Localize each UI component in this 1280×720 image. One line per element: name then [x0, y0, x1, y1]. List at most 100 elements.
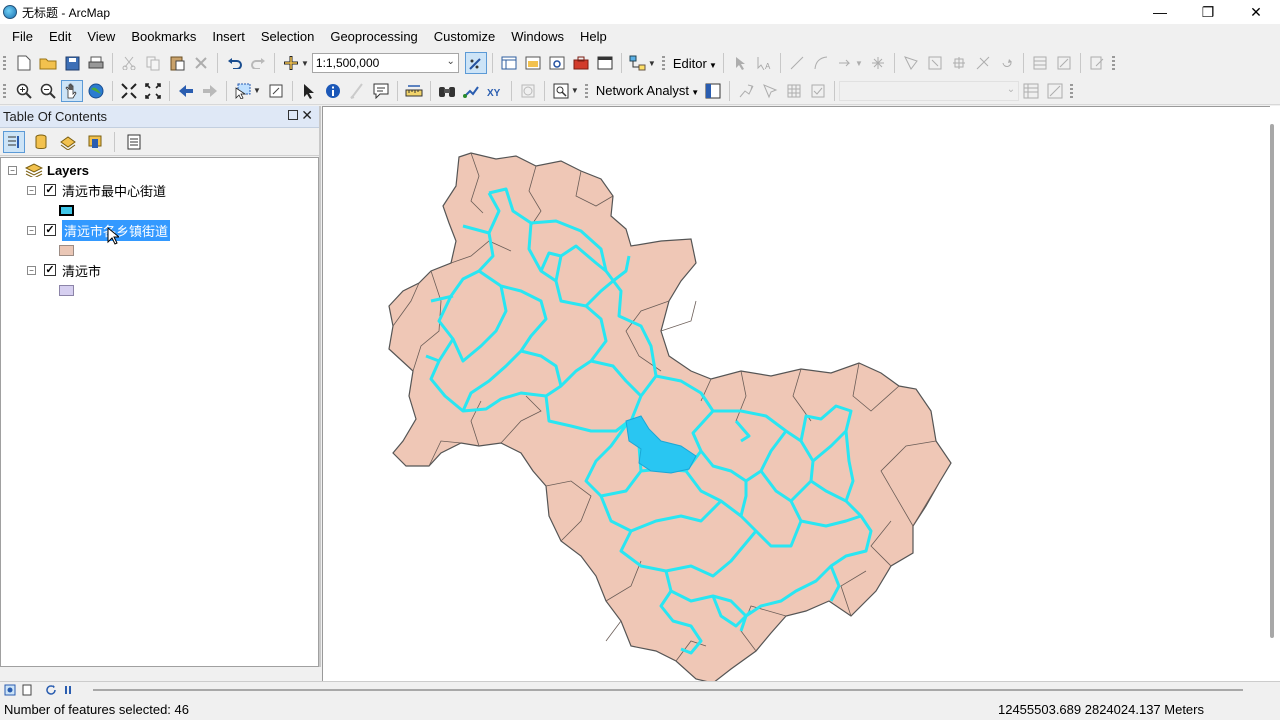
solve-icon[interactable] — [807, 80, 829, 102]
layer-visibility-checkbox[interactable]: ✓ — [44, 184, 56, 196]
zoom-in-icon[interactable] — [13, 80, 35, 102]
layer-visibility-checkbox[interactable]: ✓ — [44, 224, 56, 236]
catalog-window-icon[interactable] — [522, 52, 544, 74]
undo-icon[interactable] — [223, 52, 245, 74]
sketch-properties-icon[interactable] — [1053, 52, 1075, 74]
search-window-icon[interactable] — [546, 52, 568, 74]
collapse-icon[interactable]: − — [27, 225, 36, 235]
collapse-icon[interactable]: − — [27, 265, 36, 275]
layer-symbol-swatch[interactable] — [59, 285, 74, 296]
layer-row-2[interactable]: − ✓ 清远市各乡镇街道 — [27, 219, 171, 241]
select-features-icon[interactable] — [232, 80, 254, 102]
attributes-icon[interactable] — [1029, 52, 1051, 74]
editor-toolbar-icon[interactable] — [464, 52, 487, 74]
create-features-icon[interactable] — [1086, 52, 1108, 74]
scrollbar-thumb[interactable] — [1270, 124, 1274, 638]
menu-file[interactable]: File — [4, 26, 41, 48]
delete-icon[interactable] — [190, 52, 212, 74]
html-popup-icon[interactable] — [370, 80, 392, 102]
python-window-icon[interactable] — [594, 52, 616, 74]
redo-icon[interactable] — [247, 52, 269, 74]
menu-help[interactable]: Help — [572, 26, 615, 48]
toolbar-grip[interactable] — [3, 81, 9, 101]
save-icon[interactable] — [61, 52, 83, 74]
refresh-icon[interactable] — [44, 683, 58, 697]
network-identify-icon[interactable] — [783, 80, 805, 102]
list-by-source-icon[interactable] — [30, 131, 52, 153]
menu-selection[interactable]: Selection — [253, 26, 322, 48]
map-canvas[interactable] — [323, 107, 1271, 684]
paste-icon[interactable] — [166, 52, 188, 74]
layer-name[interactable]: 清远市最中心街道 — [62, 181, 166, 200]
map-display[interactable] — [322, 106, 1271, 684]
fixed-zoom-out-icon[interactable] — [142, 80, 164, 102]
copy-icon[interactable] — [142, 52, 164, 74]
menu-edit[interactable]: Edit — [41, 26, 79, 48]
identify-icon[interactable] — [322, 80, 344, 102]
map-vertical-scrollbar[interactable] — [1270, 106, 1280, 681]
full-extent-globe-icon[interactable] — [85, 80, 107, 102]
network-analyst-menu-button[interactable]: Network Analyst ▼ — [594, 83, 701, 98]
map-scale-combo[interactable]: 1:1,500,000 ⌄ — [311, 53, 459, 73]
maximize-icon[interactable]: ❐ — [1184, 0, 1232, 24]
model-builder-dropdown-icon[interactable]: ▼ — [648, 59, 656, 68]
measure-ruler-icon[interactable] — [403, 80, 425, 102]
select-elements-icon[interactable] — [298, 80, 320, 102]
menu-geoprocessing[interactable]: Geoprocessing — [322, 26, 425, 48]
viewer-dropdown-icon[interactable]: ▼ — [571, 86, 579, 95]
time-slider-icon[interactable] — [517, 80, 539, 102]
layer-visibility-checkbox[interactable]: ✓ — [44, 264, 56, 276]
cut-icon[interactable] — [118, 52, 140, 74]
zoom-out-icon[interactable] — [37, 80, 59, 102]
layout-view-icon[interactable] — [20, 683, 34, 697]
straight-segment-icon[interactable] — [786, 52, 808, 74]
close-icon[interactable]: ✕ — [1232, 0, 1280, 24]
toolbar-grip[interactable] — [1111, 53, 1118, 73]
add-data-dropdown-icon[interactable]: ▼ — [301, 59, 309, 68]
edit-annotation-icon[interactable]: A — [753, 52, 775, 74]
end-point-arc-icon[interactable] — [810, 52, 832, 74]
find-binoculars-icon[interactable] — [436, 80, 458, 102]
pause-drawing-icon[interactable] — [61, 683, 75, 697]
pan-hand-icon[interactable] — [61, 79, 83, 102]
go-forward-arrow-icon[interactable] — [199, 80, 221, 102]
layer-name[interactable]: 清远市 — [62, 261, 101, 280]
create-viewer-window-icon[interactable] — [550, 80, 572, 102]
cut-polygons-icon[interactable] — [948, 52, 970, 74]
layer-symbol-swatch[interactable] — [59, 245, 74, 256]
toolbar-grip[interactable] — [584, 81, 591, 101]
toolbar-grip[interactable] — [661, 53, 668, 73]
construction-tools-dropdown-icon[interactable]: ▼ — [855, 59, 863, 68]
print-icon[interactable] — [85, 52, 107, 74]
fixed-zoom-in-icon[interactable] — [118, 80, 140, 102]
split-tool-icon[interactable] — [972, 52, 994, 74]
close-icon[interactable]: ✕ — [301, 107, 313, 124]
select-features-dropdown-icon[interactable]: ▼ — [253, 86, 261, 95]
layer-symbol-swatch[interactable] — [59, 205, 74, 216]
table-of-contents-icon[interactable] — [498, 52, 520, 74]
menu-customize[interactable]: Customize — [426, 26, 503, 48]
layer-row-1[interactable]: − ✓ 清远市最中心街道 — [27, 180, 166, 200]
list-by-selection-icon[interactable] — [84, 131, 106, 153]
build-network-icon[interactable] — [1044, 80, 1066, 102]
open-folder-icon[interactable] — [37, 52, 59, 74]
add-data-icon[interactable] — [280, 52, 302, 74]
toolbar-grip[interactable] — [1070, 81, 1076, 101]
data-view-icon[interactable] — [3, 683, 17, 697]
menu-view[interactable]: View — [79, 26, 123, 48]
arctoolbox-icon[interactable] — [570, 52, 592, 74]
trace-icon[interactable] — [834, 52, 856, 74]
select-move-network-location-icon[interactable] — [759, 80, 781, 102]
minimize-icon[interactable]: — — [1136, 0, 1184, 24]
editor-menu-button[interactable]: Editor ▼ — [671, 56, 719, 71]
map-horizontal-scrollbar[interactable] — [93, 689, 1243, 691]
model-builder-icon[interactable] — [627, 52, 649, 74]
auto-hide-pin-icon[interactable] — [288, 110, 298, 120]
point-tool-icon[interactable] — [867, 52, 889, 74]
list-by-drawing-order-icon[interactable] — [3, 130, 25, 153]
collapse-icon[interactable]: − — [27, 185, 36, 195]
new-document-icon[interactable] — [13, 52, 35, 74]
menu-insert[interactable]: Insert — [204, 26, 253, 48]
create-network-location-icon[interactable] — [735, 80, 757, 102]
go-to-xy-icon[interactable]: XY — [484, 80, 506, 102]
